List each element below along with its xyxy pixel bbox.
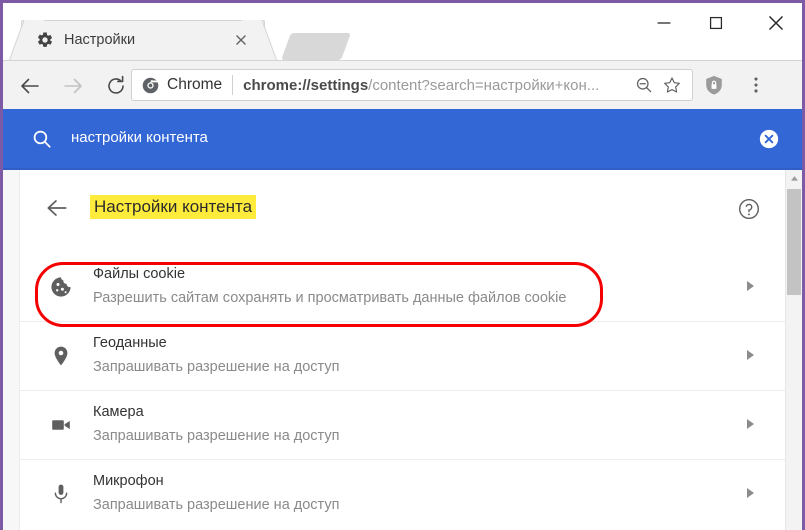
chevron-right-icon xyxy=(747,419,754,429)
content-scrollbar[interactable] xyxy=(785,170,802,530)
omnibox-divider xyxy=(232,75,234,95)
new-tab-button[interactable] xyxy=(281,33,351,60)
url-text[interactable]: chrome://settings/content?search=настрой… xyxy=(243,77,634,94)
chevron-right-icon xyxy=(747,281,754,291)
url-origin: chrome://settings xyxy=(243,76,369,94)
browser-toolbar: Chrome chrome://settings/content?search=… xyxy=(3,60,802,109)
settings-search-banner: настройки контента xyxy=(3,109,802,168)
row-camera[interactable]: Камера Запрашивать разрешение на доступ xyxy=(20,391,785,460)
help-circle-icon[interactable] xyxy=(737,197,761,221)
location-pin-icon xyxy=(49,344,73,368)
back-arrow-icon[interactable] xyxy=(15,71,45,101)
url-path: /content?search=настройки+кон... xyxy=(368,76,600,94)
search-icon[interactable] xyxy=(31,128,53,150)
scroll-up-arrow-icon[interactable] xyxy=(786,170,802,187)
page-header: Настройки контента xyxy=(20,180,785,238)
microphone-icon xyxy=(49,482,73,506)
tab-close-icon[interactable] xyxy=(234,33,248,47)
close-button[interactable] xyxy=(753,7,798,39)
clear-search-icon[interactable] xyxy=(759,129,779,149)
minimize-button[interactable] xyxy=(641,7,686,39)
forward-arrow-icon xyxy=(58,71,88,101)
row-title: Геоданные xyxy=(93,335,167,351)
address-bar[interactable]: Chrome chrome://settings/content?search=… xyxy=(131,69,693,101)
permission-rows: Файлы cookie Разрешить сайтам сохранять … xyxy=(20,253,785,529)
row-subtitle: Запрашивать разрешение на доступ xyxy=(93,428,340,444)
browser-window: Настройки Chrome chrome://settings/conte… xyxy=(0,0,805,530)
cookie-icon xyxy=(49,275,73,299)
shield-lock-icon[interactable] xyxy=(703,74,725,96)
chevron-right-icon xyxy=(747,350,754,360)
row-cookies[interactable]: Файлы cookie Разрешить сайтам сохранять … xyxy=(20,253,785,322)
chevron-right-icon xyxy=(747,488,754,498)
settings-content-pane: Настройки контента Файлы cookie Разрешит… xyxy=(3,168,802,530)
left-rail xyxy=(3,170,20,530)
bookmark-star-icon[interactable] xyxy=(662,75,682,95)
row-title: Файлы cookie xyxy=(93,266,186,282)
row-subtitle: Разрешить сайтам сохранять и просматрива… xyxy=(93,290,567,306)
chrome-scheme-label: Chrome xyxy=(167,76,223,93)
zoom-out-icon[interactable] xyxy=(634,75,654,95)
row-title: Микрофон xyxy=(93,473,164,489)
maximize-button[interactable] xyxy=(693,7,738,39)
row-subtitle: Запрашивать разрешение на доступ xyxy=(93,359,340,375)
scrollbar-thumb[interactable] xyxy=(787,189,801,295)
gear-icon xyxy=(36,31,54,49)
three-dots-menu-icon[interactable] xyxy=(745,74,767,96)
row-subtitle: Запрашивать разрешение на доступ xyxy=(93,497,340,513)
page-title: Настройки контента xyxy=(90,195,257,219)
camera-icon xyxy=(49,413,73,437)
row-microphone[interactable]: Микрофон Запрашивать разрешение на досту… xyxy=(20,460,785,529)
page-back-arrow-icon[interactable] xyxy=(44,195,70,221)
tab-title: Настройки xyxy=(64,32,136,48)
row-location[interactable]: Геоданные Запрашивать разрешение на дост… xyxy=(20,322,785,391)
row-title: Камера xyxy=(93,404,144,420)
reload-icon[interactable] xyxy=(101,71,131,101)
chrome-logo-icon xyxy=(142,77,159,94)
tab-settings[interactable]: Настройки xyxy=(21,20,265,60)
search-input[interactable]: настройки контента xyxy=(71,129,208,146)
